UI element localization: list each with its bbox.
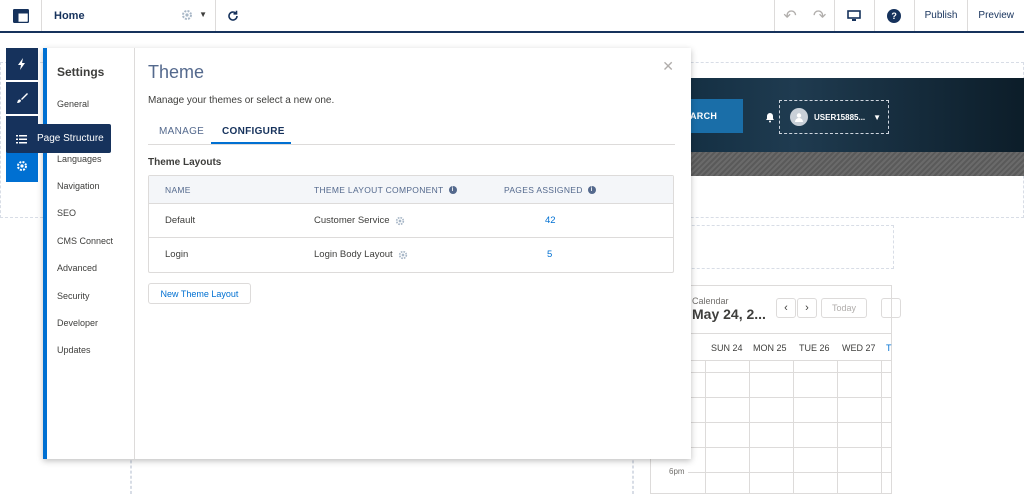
layout-component: Login Body Layout — [314, 249, 408, 260]
layout-name: Login — [165, 249, 189, 260]
new-theme-layout-button[interactable]: New Theme Layout — [148, 283, 251, 304]
settings-nav-general[interactable]: General — [57, 99, 89, 109]
chevron-down-icon: ▼ — [873, 112, 882, 122]
layout-name: Default — [165, 215, 196, 226]
layout-icon — [12, 8, 29, 23]
calendar-prev-button[interactable]: ‹ — [776, 298, 796, 318]
navigation-strip — [640, 152, 1024, 176]
refresh-button[interactable] — [216, 0, 250, 31]
calendar-grid-line — [881, 361, 882, 494]
calendar-day: WED 27 — [842, 343, 876, 353]
chevron-left-icon: ‹ — [784, 302, 788, 314]
calendar-grid-line — [705, 361, 706, 494]
tab-manage[interactable]: MANAGE — [159, 126, 204, 137]
pages-assigned-link[interactable]: 42 — [545, 215, 556, 226]
active-tab-indicator — [211, 142, 291, 144]
calendar-day: MON 25 — [753, 343, 787, 353]
calendar-grid-line — [793, 361, 794, 494]
settings-nav-updates[interactable]: Updates — [57, 345, 91, 355]
calendar-date: May 24, 2... — [692, 306, 766, 322]
close-icon[interactable]: ✕ — [662, 58, 674, 75]
builder-rail — [6, 48, 38, 184]
table-header: NAME THEME LAYOUT COMPONENT i PAGES ASSIG… — [149, 176, 673, 204]
settings-title: Settings — [57, 65, 105, 79]
settings-nav-cms-connect[interactable]: CMS Connect — [57, 236, 113, 246]
settings-nav: Settings General Languages Navigation SE… — [47, 48, 135, 459]
page-subtitle: Manage your themes or select a new one. — [148, 95, 335, 106]
app-menu-button[interactable] — [0, 0, 42, 31]
device-preview-button[interactable] — [833, 0, 874, 31]
settings-button[interactable] — [6, 150, 38, 182]
calendar-today-button[interactable]: Today — [821, 298, 867, 318]
calendar-day: TUE 26 — [799, 343, 830, 353]
gear-icon — [17, 161, 27, 171]
calendar-day: SUN 24 — [711, 343, 743, 353]
section-title: Theme Layouts — [148, 157, 222, 168]
calendar-label: Calendar — [692, 296, 729, 306]
lightning-icon — [18, 58, 25, 70]
calendar-next-button[interactable]: › — [797, 298, 817, 318]
theme-button[interactable] — [6, 82, 38, 114]
redo-button[interactable]: ↷ — [806, 0, 834, 31]
page-selector[interactable]: Home ▼ — [42, 0, 216, 31]
page-title: Theme — [148, 62, 205, 82]
help-button[interactable]: ? — [873, 0, 914, 31]
calendar-time-label: 6pm — [669, 467, 685, 476]
theme-layouts-table: NAME THEME LAYOUT COMPONENT i PAGES ASSIG… — [148, 175, 674, 273]
calendar-day: T — [886, 343, 892, 353]
calendar-grid-line — [749, 361, 750, 494]
components-button[interactable] — [6, 48, 38, 80]
settings-nav-languages[interactable]: Languages — [57, 154, 102, 164]
settings-nav-developer[interactable]: Developer — [57, 318, 98, 328]
column-header-component: THEME LAYOUT COMPONENT i — [314, 185, 457, 195]
column-header-pages: PAGES ASSIGNED i — [504, 185, 596, 195]
tab-configure[interactable]: CONFIGURE — [222, 126, 285, 137]
layout-component: Customer Service — [314, 215, 405, 226]
info-icon[interactable]: i — [448, 186, 457, 194]
page-settings-icon[interactable] — [181, 9, 193, 21]
user-icon — [795, 113, 803, 122]
avatar — [790, 108, 808, 126]
chevron-right-icon: › — [805, 302, 809, 314]
tooltip-label: Page Structure — [37, 133, 104, 144]
calendar-grid-line — [837, 361, 838, 494]
calendar-view-button[interactable] — [881, 298, 901, 318]
builder-toolbar: Home ▼ ↶ ↷ ? Publish Preview — [0, 0, 1024, 33]
settings-nav-seo[interactable]: SEO — [57, 208, 76, 218]
page-name: Home — [54, 9, 85, 22]
theme-settings: ✕ Theme Manage your themes or select a n… — [148, 48, 688, 459]
info-icon[interactable]: i — [587, 186, 596, 194]
settings-nav-security[interactable]: Security — [57, 291, 90, 301]
calendar-grid-line — [688, 472, 892, 473]
component-settings-icon[interactable] — [395, 216, 405, 226]
chevron-down-icon: ▼ — [199, 10, 207, 19]
brush-icon — [17, 93, 28, 103]
publish-button[interactable]: Publish — [913, 0, 968, 31]
redo-icon: ↷ — [812, 7, 827, 25]
page-structure-tooltip: Page Structure — [6, 124, 111, 153]
undo-icon: ↶ — [783, 7, 797, 25]
settings-nav-advanced[interactable]: Advanced — [57, 263, 97, 273]
help-icon: ? — [887, 8, 902, 23]
column-header-name: NAME — [165, 185, 191, 195]
pages-assigned-link[interactable]: 5 — [547, 249, 552, 260]
table-row: Login Login Body Layout 5 — [149, 238, 673, 272]
component-settings-icon[interactable] — [398, 250, 408, 260]
theme-tabs: MANAGE CONFIGURE — [148, 120, 675, 145]
preview-button[interactable]: Preview — [967, 0, 1024, 31]
settings-panel: Settings General Languages Navigation SE… — [43, 48, 691, 459]
undo-button[interactable]: ↶ — [773, 0, 806, 31]
user-name: USER15885... — [814, 112, 866, 122]
list-icon — [16, 134, 27, 143]
desktop-icon — [847, 9, 861, 21]
table-row: Default Customer Service 42 — [149, 204, 673, 238]
settings-nav-navigation[interactable]: Navigation — [57, 181, 100, 191]
user-profile-menu[interactable]: USER15885... ▼ — [779, 100, 889, 134]
bell-icon[interactable] — [764, 111, 776, 123]
refresh-icon — [228, 10, 238, 21]
